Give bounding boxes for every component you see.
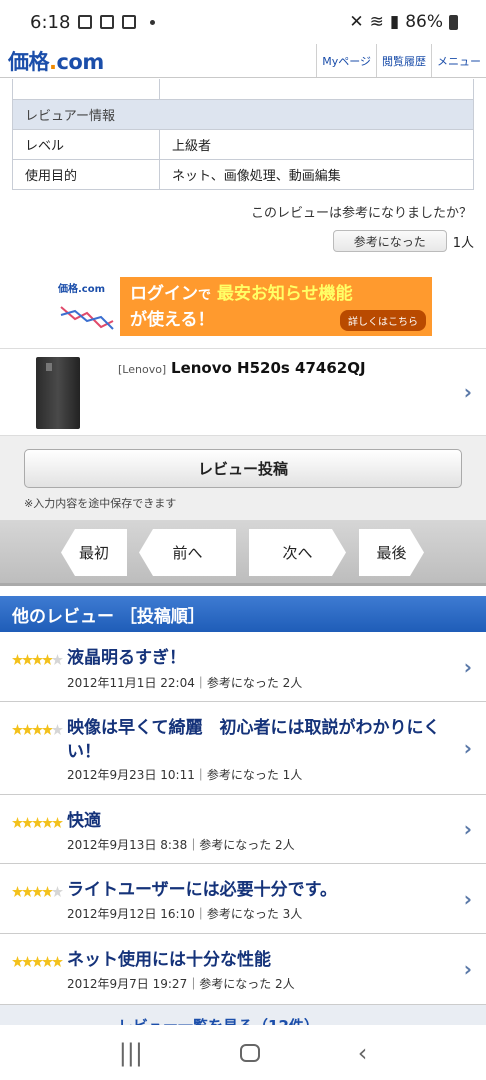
helpful-count: 1人 — [452, 235, 474, 251]
review-list-link[interactable]: レビュー一覧を見る（12件） — [0, 1005, 486, 1025]
pager-last-button[interactable]: 最後 — [359, 529, 424, 576]
chevron-right-icon: › — [463, 957, 472, 981]
helpful-question: このレビューは参考になりましたか？ — [250, 206, 472, 221]
product-row[interactable]: [Lenovo] Lenovo H520s 47462QJ › — [0, 348, 486, 436]
helpful-button[interactable]: 参考になった — [332, 230, 447, 252]
android-nav-bar: ||| ‹ — [0, 1025, 486, 1080]
chevron-right-icon: › — [463, 817, 472, 841]
home-icon[interactable] — [240, 1043, 261, 1062]
product-name: Lenovo H520s 47462QJ — [171, 359, 366, 377]
post-review-note: ※入力内容を途中保存できます — [24, 497, 177, 510]
header-nav: Myページ 閲覧履歴 メニュー — [316, 44, 486, 77]
more-notifications-icon — [150, 19, 156, 25]
other-reviews-heading: 他のレビュー ［投稿順］ — [0, 596, 486, 632]
site-header: 価格.com Myページ 閲覧履歴 メニュー — [0, 44, 486, 78]
review-meta: 2012年11月1日 22:04｜参考になった 2人 — [67, 676, 303, 690]
level-value: 上級者 — [159, 129, 474, 160]
rating-stars — [12, 817, 63, 828]
review-title: 映像は早くて綺麗 初心者には取説がわかりにくい！ — [67, 718, 441, 762]
review-meta: 2012年9月12日 16:10｜参考になった 3人 — [67, 907, 303, 921]
review-title: 快適 — [67, 811, 101, 831]
recent-apps-icon[interactable]: ||| — [119, 1039, 143, 1067]
signal-icon: ▮ — [389, 12, 400, 32]
banner-more-button[interactable]: 詳しくはこちら — [340, 310, 426, 331]
banner-de: で — [198, 287, 212, 303]
purpose-key: 使用目的 — [12, 159, 160, 190]
product-maker: [Lenovo] — [118, 363, 167, 376]
rating-stars — [12, 654, 63, 665]
login-banner[interactable]: 価格.com ログインで 最安お知らせ機能 が使える！ 詳しくはこちら — [53, 277, 432, 336]
battery-level: 86% — [405, 12, 443, 32]
review-meta: 2012年9月13日 8:38｜参考になった 2人 — [67, 838, 295, 852]
review-title: ネット使用には十分な性能 — [67, 950, 271, 970]
pager-first-button[interactable]: 最初 — [61, 529, 127, 576]
chevron-right-icon: › — [463, 654, 472, 679]
chevron-right-icon: › — [463, 380, 472, 404]
reviewer-info-table: レビュアー情報 レベル 上級者 使用目的 ネット、画像処理、動画編集 — [12, 99, 474, 190]
review-title: ライトユーザーには必要十分です。 — [67, 880, 337, 900]
helpful-row: 参考になった 1人 — [332, 230, 474, 252]
product-info: [Lenovo] Lenovo H520s 47462QJ — [118, 359, 366, 435]
chevron-right-icon: › — [463, 886, 472, 911]
logo-text-a: 価格 — [8, 49, 50, 74]
status-time: 6:18 — [30, 11, 71, 33]
rating-stars — [12, 956, 63, 967]
logo-text-b: com — [56, 49, 104, 74]
review-item[interactable]: 快適 2012年9月13日 8:38｜参考になった 2人 › — [0, 795, 486, 864]
review-item[interactable]: ネット使用には十分な性能 2012年9月7日 19:27｜参考になった 2人 › — [0, 934, 486, 1005]
nav-menu[interactable]: メニュー — [431, 44, 486, 77]
banner-line2: が使える！ — [130, 309, 215, 330]
wifi-icon: ≋ — [369, 12, 384, 32]
pager-next-button[interactable]: 次へ — [249, 529, 346, 576]
banner-text: ログインで 最安お知らせ機能 が使える！ — [120, 282, 353, 332]
level-key: レベル — [12, 129, 160, 160]
review-list-link-text: レビュー一覧を見る（12件） — [118, 1015, 319, 1025]
home-app-icon — [122, 15, 137, 29]
status-bar: 6:18 ✕ ≋ ▮ 86% — [0, 0, 486, 44]
nav-history[interactable]: 閲覧履歴 — [376, 44, 431, 77]
nav-mypage[interactable]: Myページ — [316, 44, 376, 77]
review-meta: 2012年9月23日 10:11｜参考になった 1人 — [67, 768, 303, 782]
pager-prev-button[interactable]: 前へ — [139, 529, 236, 576]
review-item[interactable]: 液晶明るすぎ！ 2012年11月1日 22:04｜参考になった 2人 › — [0, 632, 486, 702]
reviewer-info-heading: レビュアー情報 — [12, 99, 474, 130]
battery-icon — [449, 14, 458, 30]
table-continuation — [12, 79, 474, 99]
banner-feature: 最安お知らせ機能 — [216, 283, 353, 304]
chevron-right-icon: › — [463, 736, 472, 760]
mute-icon: ✕ — [349, 12, 364, 32]
review-item[interactable]: 映像は早くて綺麗 初心者には取説がわかりにくい！ 2012年9月23日 10:1… — [0, 702, 486, 795]
rating-stars — [12, 886, 63, 897]
purpose-value: ネット、画像処理、動画編集 — [159, 159, 474, 190]
rating-stars — [12, 724, 63, 735]
back-icon[interactable]: ‹ — [358, 1039, 368, 1067]
post-review-area: レビュー投稿 ※入力内容を途中保存できます — [0, 436, 486, 520]
gallery-icon — [78, 15, 93, 29]
pager: 最初 前へ 次へ 最後 — [0, 520, 486, 586]
chart-graphic-icon: 価格.com — [53, 277, 120, 336]
banner-login: ログイン — [130, 283, 198, 304]
review-item[interactable]: ライトユーザーには必要十分です。 2012年9月12日 16:10｜参考になった… — [0, 864, 486, 934]
review-title: 液晶明るすぎ！ — [67, 648, 186, 668]
notification-icon — [100, 15, 115, 29]
product-image — [36, 357, 80, 429]
post-review-button[interactable]: レビュー投稿 — [24, 449, 462, 488]
site-logo[interactable]: 価格.com — [0, 46, 104, 76]
review-meta: 2012年9月7日 19:27｜参考になった 2人 — [67, 977, 295, 991]
